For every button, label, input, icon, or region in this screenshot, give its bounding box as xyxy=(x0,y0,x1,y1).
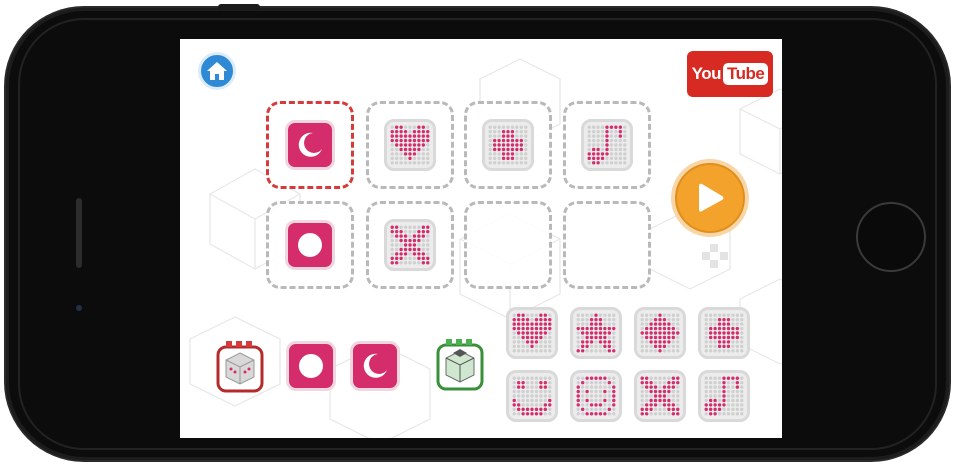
heart-pattern-icon xyxy=(390,125,430,165)
moon-tile[interactable] xyxy=(350,341,400,391)
smile-face-pattern-icon xyxy=(576,376,616,416)
plus-tile xyxy=(698,307,750,359)
youtube-button[interactable]: You Tube xyxy=(687,51,773,97)
smile-tile xyxy=(506,370,558,422)
moon-tile[interactable] xyxy=(285,120,335,170)
palette-item[interactable] xyxy=(634,307,686,359)
sequence-slot[interactable] xyxy=(464,201,552,289)
phone-speaker xyxy=(76,198,82,268)
youtube-label-you: You xyxy=(691,64,722,83)
sequence-slot[interactable] xyxy=(563,101,651,189)
star-pattern-icon xyxy=(576,313,616,353)
event-slot[interactable] xyxy=(350,341,400,391)
cross-pattern-icon xyxy=(640,376,680,416)
circle-icon xyxy=(299,354,323,378)
phone-home-button xyxy=(856,202,926,272)
sensor-cube-red-button[interactable] xyxy=(216,339,264,393)
smile-face-tile xyxy=(570,370,622,422)
palette-item[interactable] xyxy=(698,370,750,422)
heart-tile xyxy=(506,307,558,359)
sequence-slot[interactable] xyxy=(464,101,552,189)
plus-pattern-icon xyxy=(488,125,528,165)
cross-tile xyxy=(634,370,686,422)
cross-pattern-icon xyxy=(390,225,430,265)
heart-pattern-icon xyxy=(512,313,552,353)
phone-camera xyxy=(76,305,82,311)
diamond-tile xyxy=(634,307,686,359)
sensor-cube-green-icon xyxy=(436,339,484,391)
sequence-slot[interactable] xyxy=(563,201,651,289)
sensor-cube-green-button[interactable] xyxy=(436,337,484,391)
palette-item[interactable] xyxy=(570,307,622,359)
sequence-slot[interactable] xyxy=(266,201,354,289)
phone-side-button xyxy=(218,4,260,10)
note-pattern-icon xyxy=(587,125,627,165)
palette-item[interactable] xyxy=(634,370,686,422)
home-button[interactable] xyxy=(198,52,236,90)
note-tile xyxy=(698,370,750,422)
smile-pattern-icon xyxy=(512,376,552,416)
note-tile[interactable] xyxy=(581,119,633,171)
heart-tile[interactable] xyxy=(384,119,436,171)
note-pattern-icon xyxy=(704,376,744,416)
circle-tile[interactable] xyxy=(285,220,335,270)
youtube-label-tube: Tube xyxy=(723,63,769,85)
palette-item[interactable] xyxy=(570,370,622,422)
star-tile xyxy=(570,307,622,359)
palette-item[interactable] xyxy=(506,370,558,422)
circle-tile[interactable] xyxy=(286,341,336,391)
sequence-slot[interactable] xyxy=(366,201,454,289)
diamond-pattern-icon xyxy=(640,313,680,353)
play-button[interactable] xyxy=(671,159,749,237)
sequence-slot[interactable] xyxy=(266,101,354,189)
circle-icon xyxy=(298,233,322,257)
moon-icon xyxy=(363,353,387,378)
sequence-slot[interactable] xyxy=(366,101,454,189)
plus-tile[interactable] xyxy=(482,119,534,171)
app-screen: You Tube xyxy=(180,39,782,438)
palette-item[interactable] xyxy=(506,307,558,359)
sensor-cube-red-icon xyxy=(216,341,264,393)
plus-pattern-icon xyxy=(704,313,744,353)
palette-item[interactable] xyxy=(698,307,750,359)
event-slot[interactable] xyxy=(286,341,336,391)
cross-tile[interactable] xyxy=(384,219,436,271)
home-icon xyxy=(207,62,227,80)
moon-icon xyxy=(298,132,322,157)
play-icon xyxy=(699,183,724,212)
